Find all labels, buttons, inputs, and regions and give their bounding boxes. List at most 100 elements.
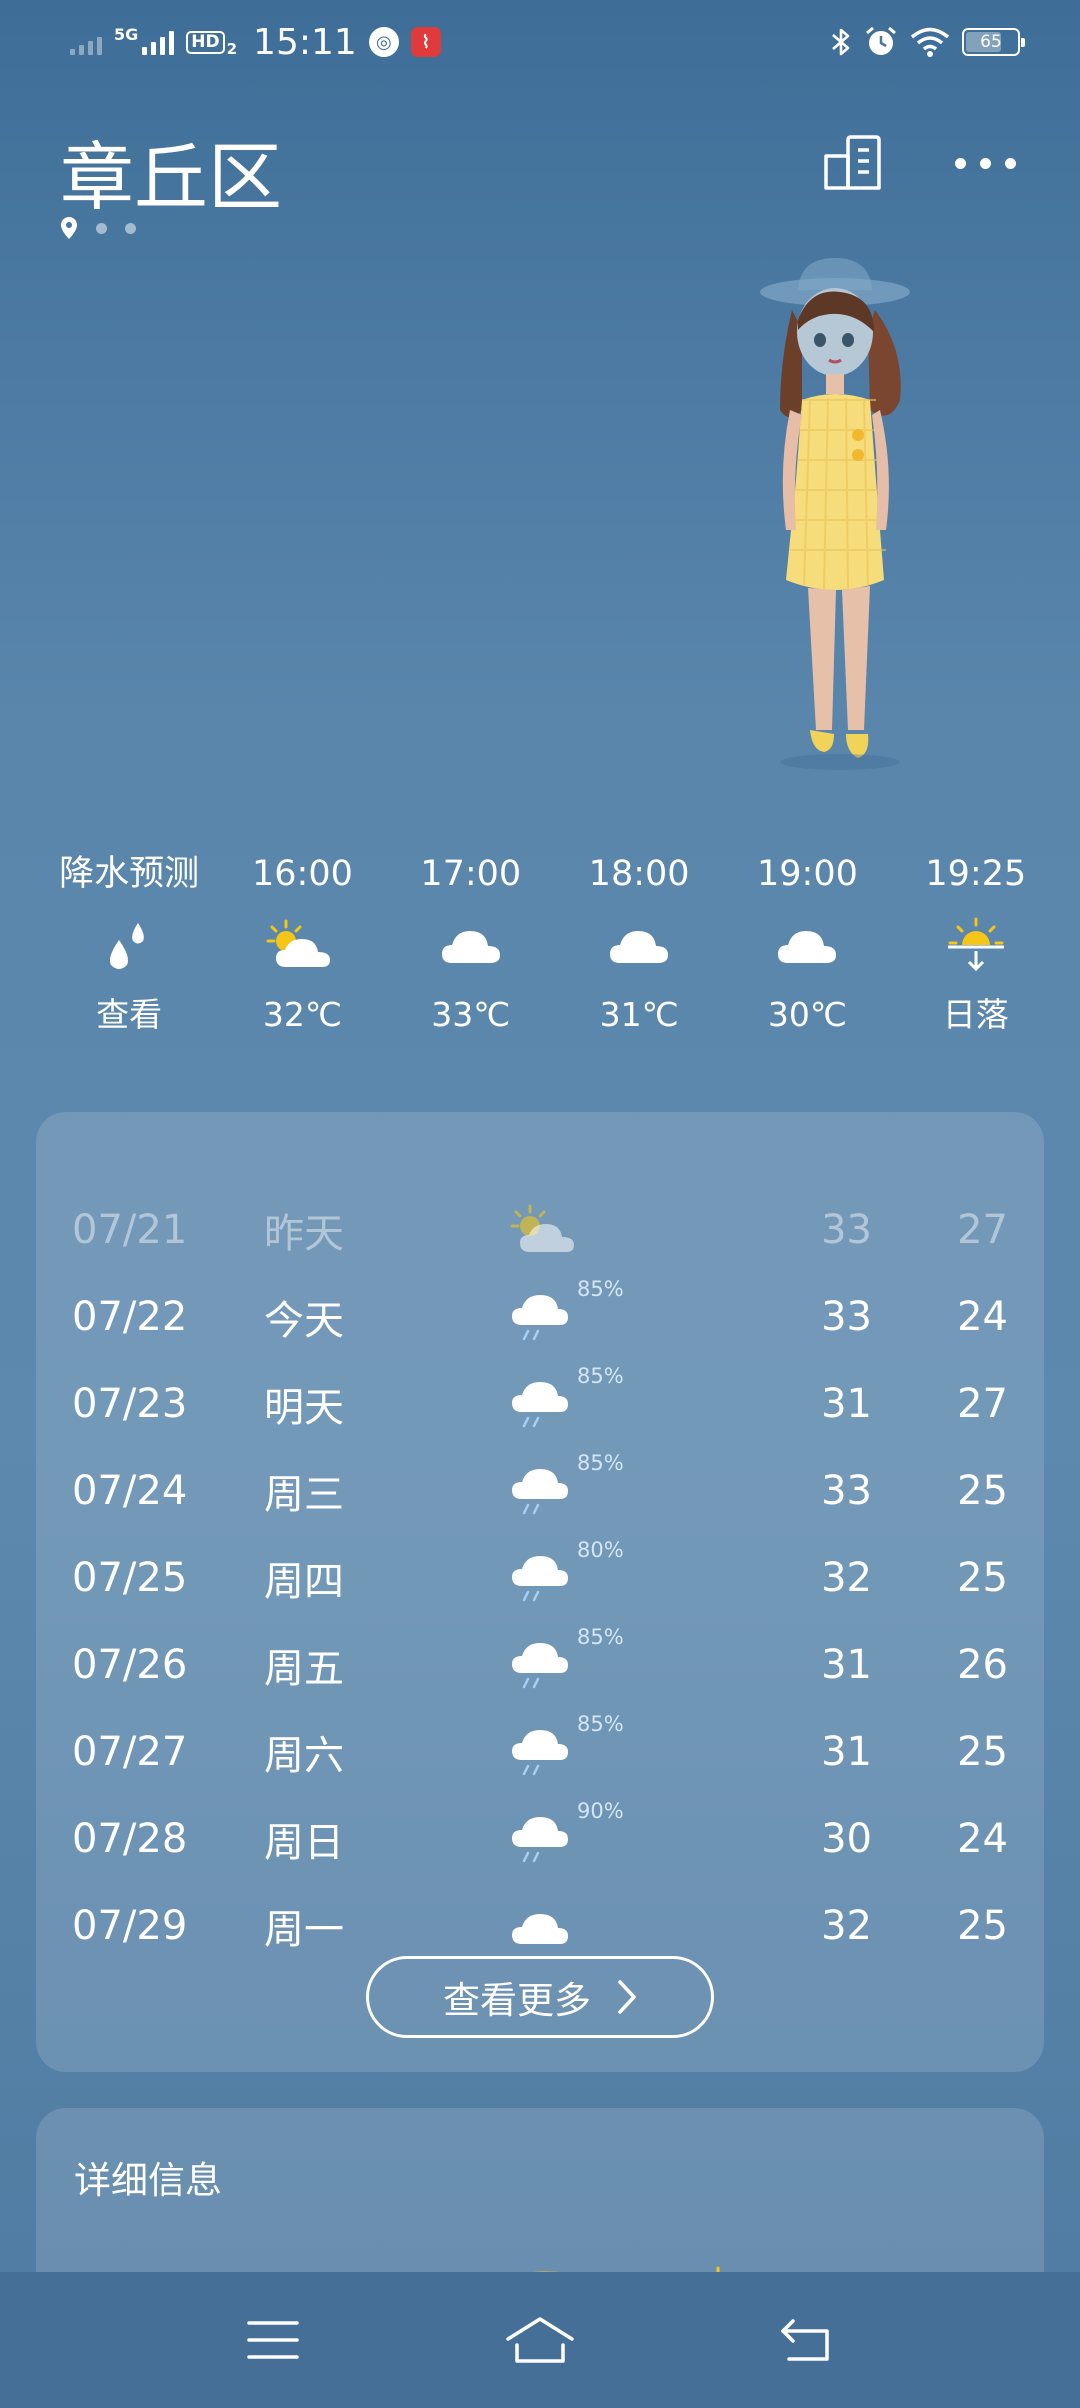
cloud-icon: [608, 900, 670, 990]
bluetooth-icon: [832, 28, 850, 56]
precipitation-forecast-item[interactable]: 降水预测 查看: [40, 848, 218, 1040]
battery-level: 65: [980, 32, 1002, 52]
forecast-day: 周四: [264, 1558, 344, 1605]
nav-back-button[interactable]: [762, 2295, 852, 2385]
forecast-row[interactable]: 07/23 明天 85% 31 27: [36, 1360, 1044, 1447]
forecast-day: 昨天: [264, 1210, 344, 1257]
hour-temperature: 32℃: [262, 995, 342, 1034]
hourly-item: 16:00 32℃: [218, 848, 386, 1040]
forecast-high: 33: [821, 1206, 872, 1253]
forecast-low: 25: [957, 1902, 1008, 1949]
hour-label: 16:00: [251, 854, 353, 894]
buildings-icon: [824, 135, 881, 190]
forecast-day: 明天: [264, 1384, 344, 1431]
forecast-date: 07/22: [72, 1293, 188, 1340]
status-bar-left: 5G HD 2 15:11 ◎ ⌇: [70, 22, 441, 63]
precipitation-chance: 85%: [577, 1625, 624, 1649]
forecast-row[interactable]: 07/22 今天 85% 33 24: [36, 1273, 1044, 1360]
battery-icon: 65: [962, 28, 1025, 56]
hour-temperature: 30℃: [767, 995, 847, 1034]
forecast-row[interactable]: 07/21 昨天 33 27: [36, 1186, 1044, 1273]
partly-sunny-icon: [264, 900, 340, 990]
status-bar: 5G HD 2 15:11 ◎ ⌇ 65: [0, 0, 1080, 84]
status-time: 15:11: [253, 21, 357, 63]
forecast-low: 26: [957, 1641, 1008, 1688]
hourly-item: 17:00 33℃: [387, 848, 555, 1040]
forecast-high: 31: [821, 1728, 872, 1775]
forecast-low: 24: [957, 1293, 1008, 1340]
forecast-date: 07/27: [72, 1728, 188, 1775]
forecast-low: 25: [957, 1467, 1008, 1514]
forecast-date: 07/24: [72, 1467, 188, 1514]
forecast-day: 周日: [264, 1819, 344, 1866]
notification-stock-icon: ⌇: [410, 27, 441, 57]
nav-home-button[interactable]: [495, 2295, 585, 2385]
forecast-high: 30: [821, 1815, 872, 1862]
precipitation-chance: 90%: [577, 1799, 624, 1823]
hour-temperature: 31℃: [599, 995, 679, 1034]
city-management-button[interactable]: [818, 128, 888, 198]
hour-value: 查看: [96, 995, 163, 1034]
details-title: 详细信息: [74, 2159, 222, 2202]
forecast-date: 07/21: [72, 1206, 188, 1253]
forecast-date: 07/28: [72, 1815, 188, 1862]
city-page-indicator: [60, 216, 136, 240]
forecast-day: 周三: [264, 1471, 344, 1518]
forecast-high: 33: [821, 1467, 872, 1514]
hourly-item: 18:00 31℃: [555, 848, 723, 1040]
forecast-low: 24: [957, 1815, 1008, 1862]
forecast-low: 27: [957, 1206, 1008, 1253]
cloud-icon: [776, 900, 838, 990]
sunset-icon: [944, 900, 1008, 990]
forecast-high: 32: [821, 1554, 872, 1601]
city-title[interactable]: 章丘区: [60, 118, 282, 225]
signal-icon-sim1: [70, 29, 102, 55]
cloud-icon: [440, 900, 502, 990]
hour-label: 18:00: [588, 854, 690, 894]
hour-label: 19:00: [757, 854, 858, 894]
forecast-row[interactable]: 07/24 周三 85% 33 25: [36, 1447, 1044, 1534]
forecast-day: 周六: [264, 1732, 344, 1779]
menu-icon: [247, 2321, 300, 2359]
hd-voice-sub: 2: [226, 40, 238, 58]
partly-sunny-icon: [510, 1204, 574, 1252]
hour-label: 19:25: [925, 854, 1027, 894]
cloud-icon: [512, 1914, 568, 1944]
precipitation-chance: 85%: [577, 1712, 624, 1736]
forecast-day: 周五: [264, 1645, 344, 1692]
forecast-date: 07/23: [72, 1380, 188, 1427]
forecast-high: 31: [821, 1641, 872, 1688]
hour-label: 17:00: [420, 854, 522, 894]
forecast-low: 25: [957, 1554, 1008, 1601]
forecast-date: 07/26: [72, 1641, 188, 1688]
precipitation-chance: 85%: [577, 1364, 624, 1388]
notification-app-icon: ◎: [368, 27, 399, 57]
alarm-icon: [866, 26, 896, 55]
hourly-item-sunset: 19:25 日落: [892, 848, 1060, 1040]
status-bar-right: 65: [830, 25, 1025, 59]
precipitation-chance: 85%: [577, 1451, 624, 1475]
forecast-high: 32: [821, 1902, 872, 1949]
chevron-right-icon: [618, 1980, 636, 2014]
nav-menu-button[interactable]: [228, 2295, 318, 2385]
hourly-forecast: 降水预测 查看 16:00 32℃ 17:00 33℃ 18:00 31℃ 19…: [40, 848, 1060, 1040]
hour-label: 降水预测: [59, 854, 200, 894]
more-dots-icon: [954, 157, 1016, 169]
page-dot: [125, 222, 136, 234]
home-icon: [506, 2317, 574, 2363]
forecast-row[interactable]: 07/28 周日 90% 30 24: [36, 1795, 1044, 1882]
forecast-row[interactable]: 07/25 周四 80% 32 25: [36, 1534, 1044, 1621]
sunset-label: 日落: [942, 995, 1009, 1034]
view-more-label: 查看更多: [443, 1979, 591, 2022]
forecast-date: 07/29: [72, 1902, 188, 1949]
forecast-day: 周一: [264, 1906, 344, 1953]
signal-icon-sim2: [142, 29, 175, 55]
forecast-row[interactable]: 07/26 周五 85% 31 26: [36, 1621, 1044, 1708]
forecast-low: 25: [957, 1728, 1008, 1775]
more-options-button[interactable]: [950, 128, 1020, 198]
system-navigation-bar: [0, 2272, 1080, 2408]
forecast-row[interactable]: 07/27 周六 85% 31 25: [36, 1708, 1044, 1795]
view-more-button[interactable]: 查看更多: [366, 1956, 714, 2038]
hd-voice-icon: HD: [186, 30, 225, 54]
forecast-high: 31: [821, 1380, 872, 1427]
